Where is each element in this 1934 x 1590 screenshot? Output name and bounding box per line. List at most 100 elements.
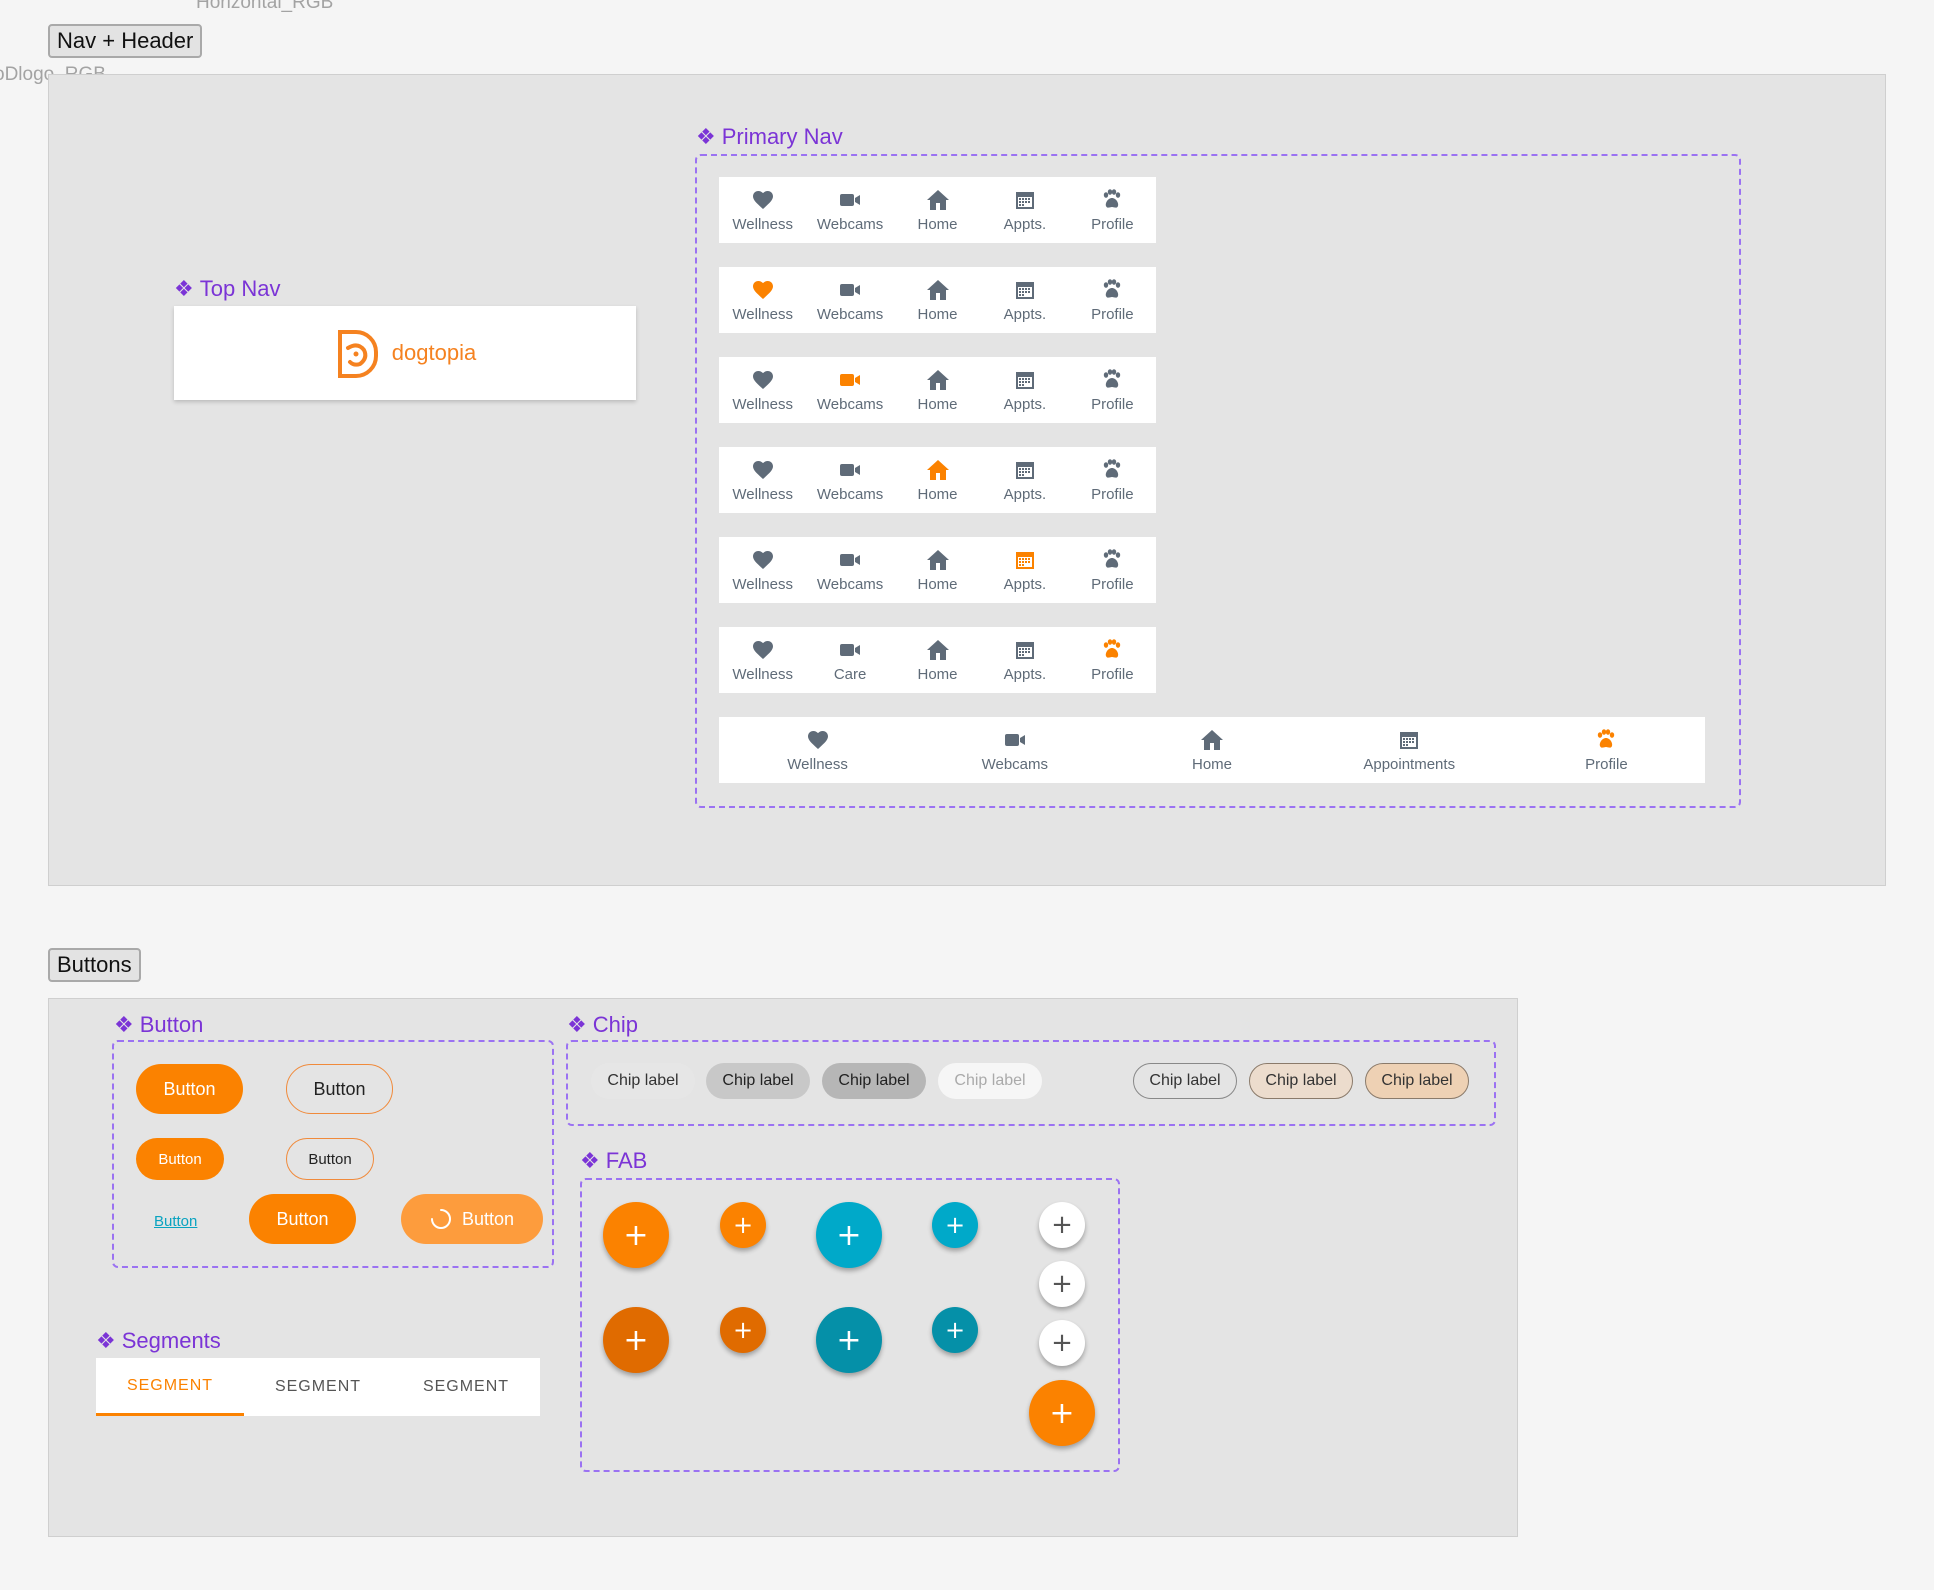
paw-icon: [1104, 188, 1121, 208]
nav-item[interactable]: Wellness: [719, 447, 806, 513]
frame-tag-nav-header[interactable]: Nav + Header: [48, 24, 203, 58]
nav-item[interactable]: Care: [806, 627, 893, 693]
button-link[interactable]: Button: [154, 1213, 197, 1230]
nav-item[interactable]: Profile: [1069, 447, 1156, 513]
component-label-text: Primary Nav: [721, 124, 843, 149]
nav-item[interactable]: Webcams: [806, 357, 893, 423]
heart-icon: [752, 640, 773, 659]
segment-1[interactable]: SEGMENT: [96, 1358, 244, 1416]
nav-item-label: Wellness: [732, 395, 793, 413]
button-large-outline[interactable]: Button: [286, 1064, 393, 1114]
top-nav[interactable]: dogtopia: [174, 306, 636, 400]
primary-nav-bar: Wellness Webcams Home Appts. Profile: [719, 447, 1156, 513]
heart-icon: [752, 370, 773, 389]
frame-tag-buttons[interactable]: Buttons: [48, 948, 141, 982]
button-medium-filled[interactable]: Button: [249, 1194, 356, 1244]
fab-white-2[interactable]: +: [1039, 1261, 1085, 1307]
segmented-control[interactable]: SEGMENT SEGMENT SEGMENT: [96, 1358, 540, 1416]
nav-item[interactable]: Profile: [1069, 627, 1156, 693]
component-label-fab[interactable]: ❖ FAB: [580, 1148, 647, 1174]
nav-item[interactable]: Webcams: [806, 267, 893, 333]
nav-item[interactable]: Profile: [1069, 177, 1156, 243]
chip-outline-tinted[interactable]: Chip label: [1249, 1063, 1353, 1099]
nav-item[interactable]: Home: [894, 177, 981, 243]
nav-item[interactable]: Appts.: [981, 357, 1068, 423]
nav-item[interactable]: Profile: [1069, 267, 1156, 333]
fab-large-orange-speed-dial[interactable]: +: [1029, 1380, 1095, 1446]
nav-item[interactable]: Webcams: [916, 717, 1113, 783]
nav-item-label: Profile: [1091, 395, 1134, 413]
button-large-filled[interactable]: Button: [136, 1064, 243, 1114]
nav-item[interactable]: Appts.: [981, 267, 1068, 333]
nav-item[interactable]: Webcams: [806, 177, 893, 243]
component-label-text: Segments: [121, 1328, 221, 1353]
fab-large-orange-pressed[interactable]: +: [603, 1307, 669, 1373]
nav-item[interactable]: Wellness: [719, 357, 806, 423]
nav-item[interactable]: Wellness: [719, 627, 806, 693]
fab-small-teal-pressed[interactable]: +: [932, 1307, 978, 1353]
fab-white-1[interactable]: +: [1039, 1202, 1085, 1248]
chip-disabled[interactable]: Chip label: [938, 1063, 1042, 1099]
nav-item-label: Appointments: [1363, 755, 1456, 773]
nav-item-label: Wellness: [732, 305, 793, 323]
chip-hover[interactable]: Chip label: [706, 1063, 810, 1099]
nav-item[interactable]: Appts.: [981, 447, 1068, 513]
nav-item[interactable]: Profile: [1508, 717, 1705, 783]
paw-icon: [1104, 458, 1121, 478]
button-small-filled[interactable]: Button: [136, 1138, 224, 1180]
nav-item-label: Profile: [1091, 215, 1134, 233]
chip-outline-selected[interactable]: Chip label: [1365, 1063, 1469, 1099]
component-label-chip[interactable]: ❖ Chip: [567, 1012, 638, 1038]
component-label-primary-nav[interactable]: ❖ Primary Nav: [696, 124, 843, 150]
nav-item-label: Home: [1192, 755, 1233, 773]
fab-large-orange[interactable]: +: [603, 1202, 669, 1268]
calendar-icon: [1015, 368, 1034, 389]
chip-pressed[interactable]: Chip label: [822, 1063, 926, 1099]
component-label-button[interactable]: ❖ Button: [114, 1012, 203, 1038]
chip-outline[interactable]: Chip label: [1133, 1063, 1237, 1099]
nav-item-label: Wellness: [787, 755, 848, 773]
paw-icon: [1104, 548, 1121, 568]
nav-item[interactable]: Wellness: [719, 717, 916, 783]
nav-item[interactable]: Wellness: [719, 267, 806, 333]
home-icon: [926, 369, 949, 390]
nav-item[interactable]: Home: [894, 357, 981, 423]
button-small-outline[interactable]: Button: [286, 1138, 374, 1180]
nav-item[interactable]: Wellness: [719, 537, 806, 603]
nav-item[interactable]: Home: [894, 537, 981, 603]
nav-item[interactable]: Appointments: [1311, 717, 1508, 783]
fab-small-teal[interactable]: +: [932, 1202, 978, 1248]
segment-3[interactable]: SEGMENT: [392, 1358, 540, 1416]
nav-item[interactable]: Home: [894, 267, 981, 333]
segment-2[interactable]: SEGMENT: [244, 1358, 392, 1416]
chip-default[interactable]: Chip label: [591, 1063, 695, 1099]
nav-item-label: Appts.: [1003, 215, 1047, 233]
fab-small-orange-pressed[interactable]: +: [720, 1307, 766, 1353]
fab-large-teal[interactable]: +: [816, 1202, 882, 1268]
nav-item[interactable]: Appts.: [981, 627, 1068, 693]
calendar-icon: [1015, 458, 1034, 479]
nav-item-label: Webcams: [816, 215, 884, 233]
nav-item-label: Appts.: [1003, 575, 1047, 593]
nav-item[interactable]: Webcams: [806, 447, 893, 513]
nav-item[interactable]: Webcams: [806, 537, 893, 603]
nav-item-label: Wellness: [732, 575, 793, 593]
video-camera-icon: [840, 643, 861, 656]
home-icon: [926, 639, 949, 660]
plus-icon: +: [836, 1217, 862, 1253]
nav-item[interactable]: Home: [894, 627, 981, 693]
nav-item[interactable]: Profile: [1069, 357, 1156, 423]
component-label-top-nav[interactable]: ❖ Top Nav: [174, 276, 280, 302]
fab-large-teal-pressed[interactable]: +: [816, 1307, 882, 1373]
nav-item[interactable]: Home: [894, 447, 981, 513]
nav-item[interactable]: Appts.: [981, 177, 1068, 243]
component-label-segments[interactable]: ❖ Segments: [96, 1328, 221, 1354]
fab-white-3[interactable]: +: [1039, 1320, 1085, 1366]
nav-item[interactable]: Home: [1113, 717, 1310, 783]
nav-item[interactable]: Profile: [1069, 537, 1156, 603]
button-loading[interactable]: Button: [401, 1194, 543, 1244]
nav-item[interactable]: Wellness: [719, 177, 806, 243]
nav-item[interactable]: Appts.: [981, 537, 1068, 603]
nav-item-label: Profile: [1091, 665, 1134, 683]
fab-small-orange[interactable]: +: [720, 1202, 766, 1248]
